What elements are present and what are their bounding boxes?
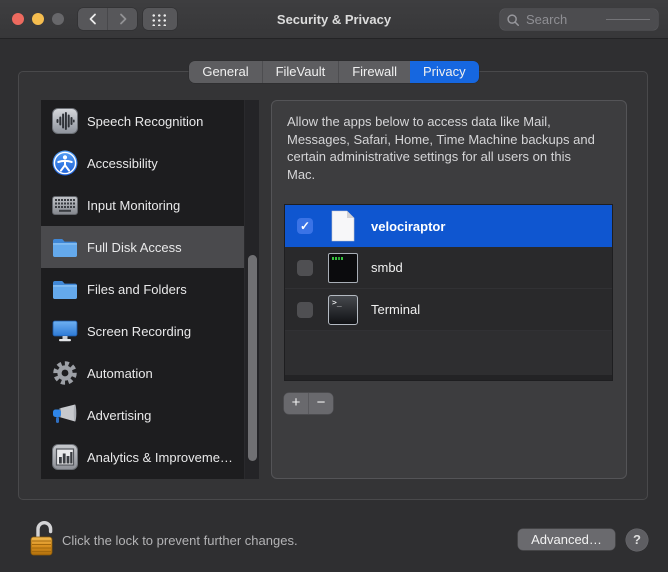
check-icon: ✓ xyxy=(299,219,311,233)
forward-button[interactable] xyxy=(107,8,137,30)
sidebar-item-speech-recognition[interactable]: Speech Recognition xyxy=(41,100,244,142)
nav-button-group xyxy=(78,8,137,30)
folder-icon xyxy=(50,237,80,258)
panel-description: Allow the apps below to access data like… xyxy=(287,114,595,182)
search-field-line xyxy=(606,19,650,20)
lock-button[interactable] xyxy=(28,516,58,558)
lock-message: Click the lock to prevent further change… xyxy=(62,533,298,548)
sidebar-item-label: Accessibility xyxy=(87,155,158,171)
search-field[interactable] xyxy=(500,9,658,30)
app-name: smbd xyxy=(371,260,403,275)
sidebar-item-screen-recording[interactable]: Screen Recording xyxy=(41,310,244,352)
app-row-velociraptor[interactable]: ✓ velociraptor xyxy=(285,205,612,247)
tab-bar: General FileVault Firewall Privacy xyxy=(0,61,668,83)
sidebar-item-label: Analytics & Improveme… xyxy=(87,449,233,465)
remove-app-button[interactable]: − xyxy=(309,393,333,414)
sidebar-item-input-monitoring[interactable]: Input Monitoring xyxy=(41,184,244,226)
terminal-app-icon xyxy=(327,252,359,284)
gear-icon xyxy=(50,360,80,386)
tab-privacy[interactable]: Privacy xyxy=(410,61,479,83)
folder-icon xyxy=(50,279,80,300)
sidebar-item-label: Files and Folders xyxy=(87,281,187,297)
tab-control: General FileVault Firewall Privacy xyxy=(189,61,479,83)
megaphone-icon xyxy=(50,404,80,426)
grid-icon xyxy=(151,12,169,26)
terminal-app-icon: >_ xyxy=(327,294,359,326)
sidebar-item-analytics[interactable]: Analytics & Improveme… xyxy=(41,436,244,478)
sidebar-item-advertising[interactable]: Advertising xyxy=(41,394,244,436)
display-icon xyxy=(50,320,80,342)
app-name: velociraptor xyxy=(371,218,446,234)
sidebar-item-label: Full Disk Access xyxy=(87,239,182,255)
back-button[interactable] xyxy=(78,8,107,30)
zoom-window-button-disabled xyxy=(52,13,64,25)
security-privacy-window: Security & Privacy General FileVault Fir… xyxy=(0,0,668,572)
keyboard-icon xyxy=(50,195,80,215)
search-icon xyxy=(507,13,519,26)
sidebar-scrollbar-track[interactable] xyxy=(244,100,259,479)
sidebar-item-label: Automation xyxy=(87,365,153,381)
sidebar-scrollbar-thumb[interactable] xyxy=(247,255,257,461)
waveform-icon xyxy=(50,108,80,134)
full-disk-access-panel: Allow the apps below to access data like… xyxy=(271,100,627,479)
close-window-button[interactable] xyxy=(12,13,24,25)
accessibility-icon xyxy=(50,150,80,176)
tab-firewall[interactable]: Firewall xyxy=(339,61,411,83)
list-edit-buttons: + − xyxy=(284,393,333,414)
bar-chart-icon xyxy=(50,444,80,470)
content-box: Speech Recognition Accessibility Input M… xyxy=(18,71,648,500)
sidebar-item-label: Input Monitoring xyxy=(87,197,181,213)
sidebar-item-files-and-folders[interactable]: Files and Folders xyxy=(41,268,244,310)
allowed-apps-list: ✓ velociraptor smbd >_ Terminal xyxy=(284,204,613,381)
sidebar-item-label: Speech Recognition xyxy=(87,113,204,129)
green-text-pixels xyxy=(332,256,334,260)
advanced-button[interactable]: Advanced… xyxy=(518,529,615,550)
chevron-right-icon xyxy=(119,13,126,25)
checkbox-terminal[interactable] xyxy=(297,301,313,318)
terminal-prompt-glyph: >_ xyxy=(328,294,358,325)
sidebar-item-label: Advertising xyxy=(87,407,152,423)
sidebar-rows: Speech Recognition Accessibility Input M… xyxy=(41,100,244,478)
show-all-preferences-button[interactable] xyxy=(143,8,177,30)
checkbox-velociraptor[interactable]: ✓ xyxy=(297,218,313,234)
tab-general[interactable]: General xyxy=(189,61,263,83)
tab-filevault[interactable]: FileVault xyxy=(262,61,340,83)
app-name: Terminal xyxy=(371,302,421,317)
document-icon xyxy=(327,210,359,242)
sidebar-item-accessibility[interactable]: Accessibility xyxy=(41,142,244,184)
chevron-left-icon xyxy=(89,13,96,25)
unlocked-padlock-icon xyxy=(30,521,53,556)
minimize-window-button[interactable] xyxy=(32,13,44,25)
checkbox-smbd[interactable] xyxy=(297,259,313,276)
privacy-category-sidebar: Speech Recognition Accessibility Input M… xyxy=(41,100,259,479)
app-row-smbd[interactable]: smbd xyxy=(285,247,612,289)
help-button[interactable]: ? xyxy=(626,529,648,551)
app-row-terminal[interactable]: >_ Terminal xyxy=(285,289,612,331)
add-app-button[interactable]: + xyxy=(284,393,308,414)
sidebar-item-full-disk-access[interactable]: Full Disk Access xyxy=(41,226,244,268)
titlebar: Security & Privacy xyxy=(0,0,668,39)
sidebar-item-label: Screen Recording xyxy=(87,323,192,339)
sidebar-item-automation[interactable]: Automation xyxy=(41,352,244,394)
